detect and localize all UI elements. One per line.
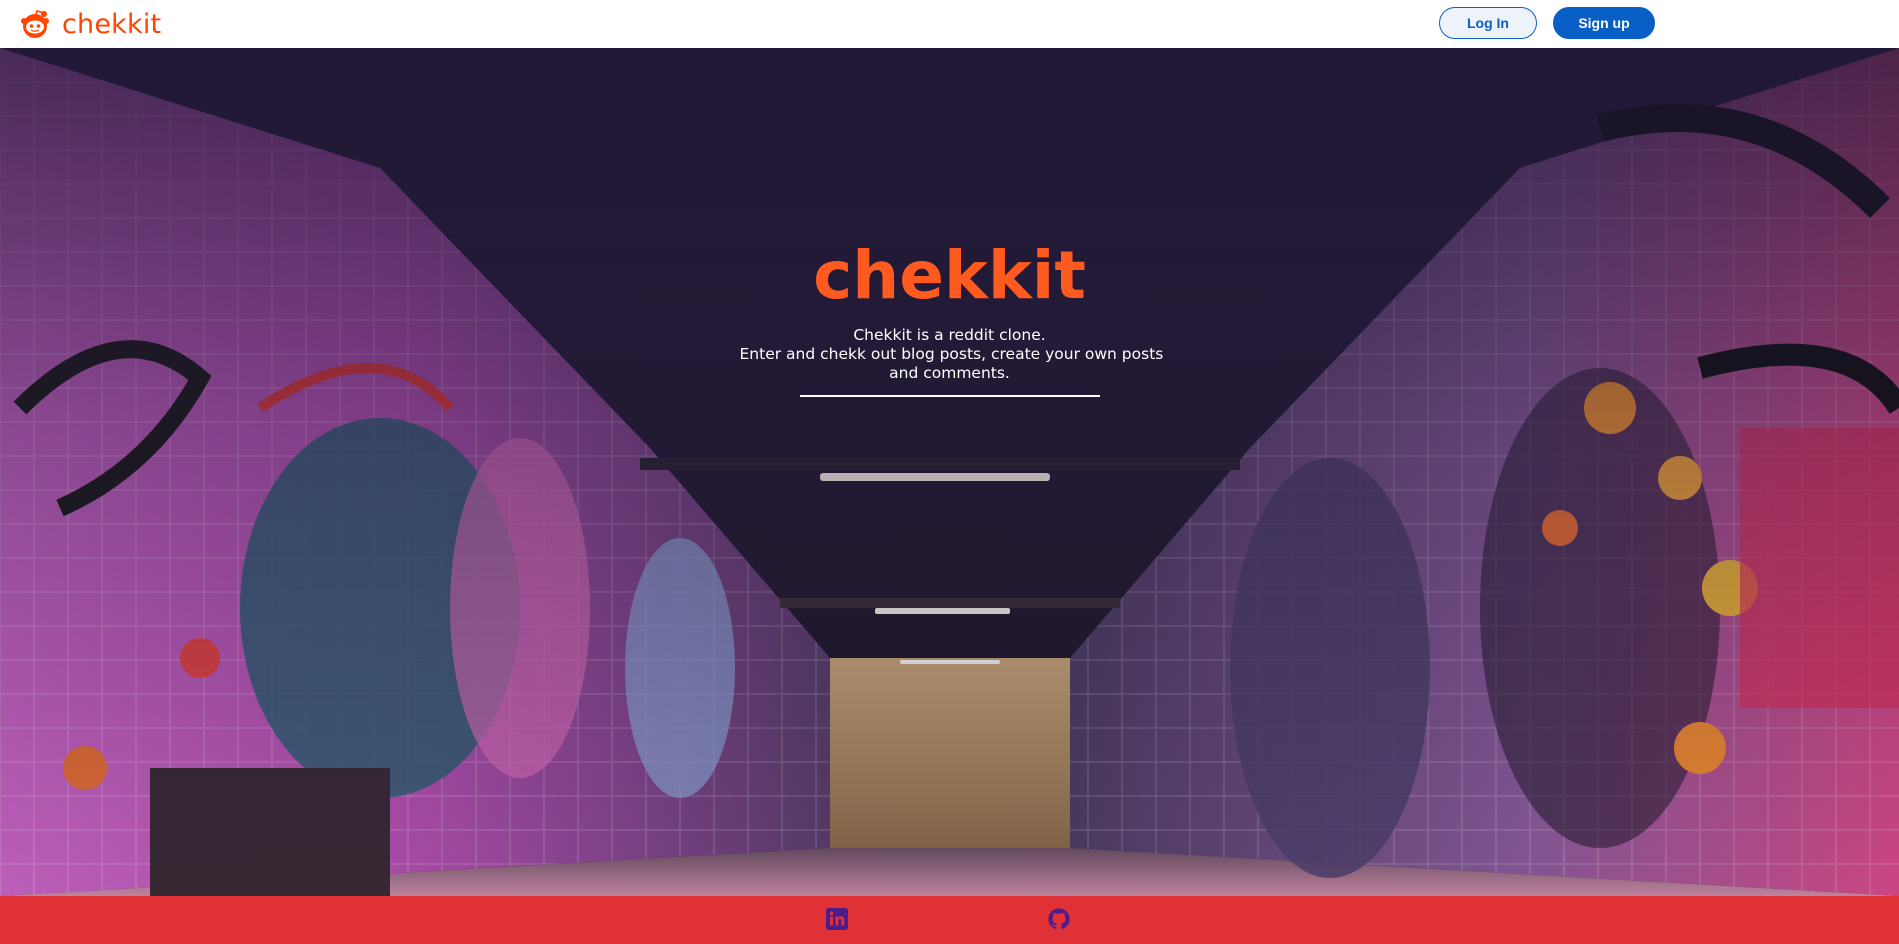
footer xyxy=(0,896,1899,944)
reddit-alien-icon xyxy=(18,7,52,41)
login-button[interactable]: Log In xyxy=(1439,7,1537,39)
hero-dark-overlay xyxy=(0,48,1899,896)
brand-logo-link[interactable]: chekkit xyxy=(18,4,161,44)
hero-description-line: and comments. xyxy=(889,364,1010,382)
hero-title: chekkit xyxy=(813,237,1086,314)
hero-section: chekkit Chekkit is a reddit clone. Enter… xyxy=(0,48,1899,896)
hero-description-line: Chekkit is a reddit clone. xyxy=(853,326,1046,344)
top-navbar: chekkit Log In Sign up xyxy=(0,0,1899,48)
github-icon[interactable] xyxy=(1047,907,1071,931)
hero-content: chekkit Chekkit is a reddit clone. Enter… xyxy=(0,236,1899,397)
auth-buttons: Log In Sign up xyxy=(1439,7,1655,39)
hero-divider xyxy=(799,395,1100,397)
brand-name: chekkit xyxy=(62,8,162,40)
signup-button[interactable]: Sign up xyxy=(1553,7,1655,39)
hero-description: Chekkit is a reddit clone. Enter and che… xyxy=(739,326,1164,383)
hero-description-line: Enter and chekk out blog posts, create y… xyxy=(739,345,1164,363)
linkedin-icon[interactable] xyxy=(825,907,849,931)
